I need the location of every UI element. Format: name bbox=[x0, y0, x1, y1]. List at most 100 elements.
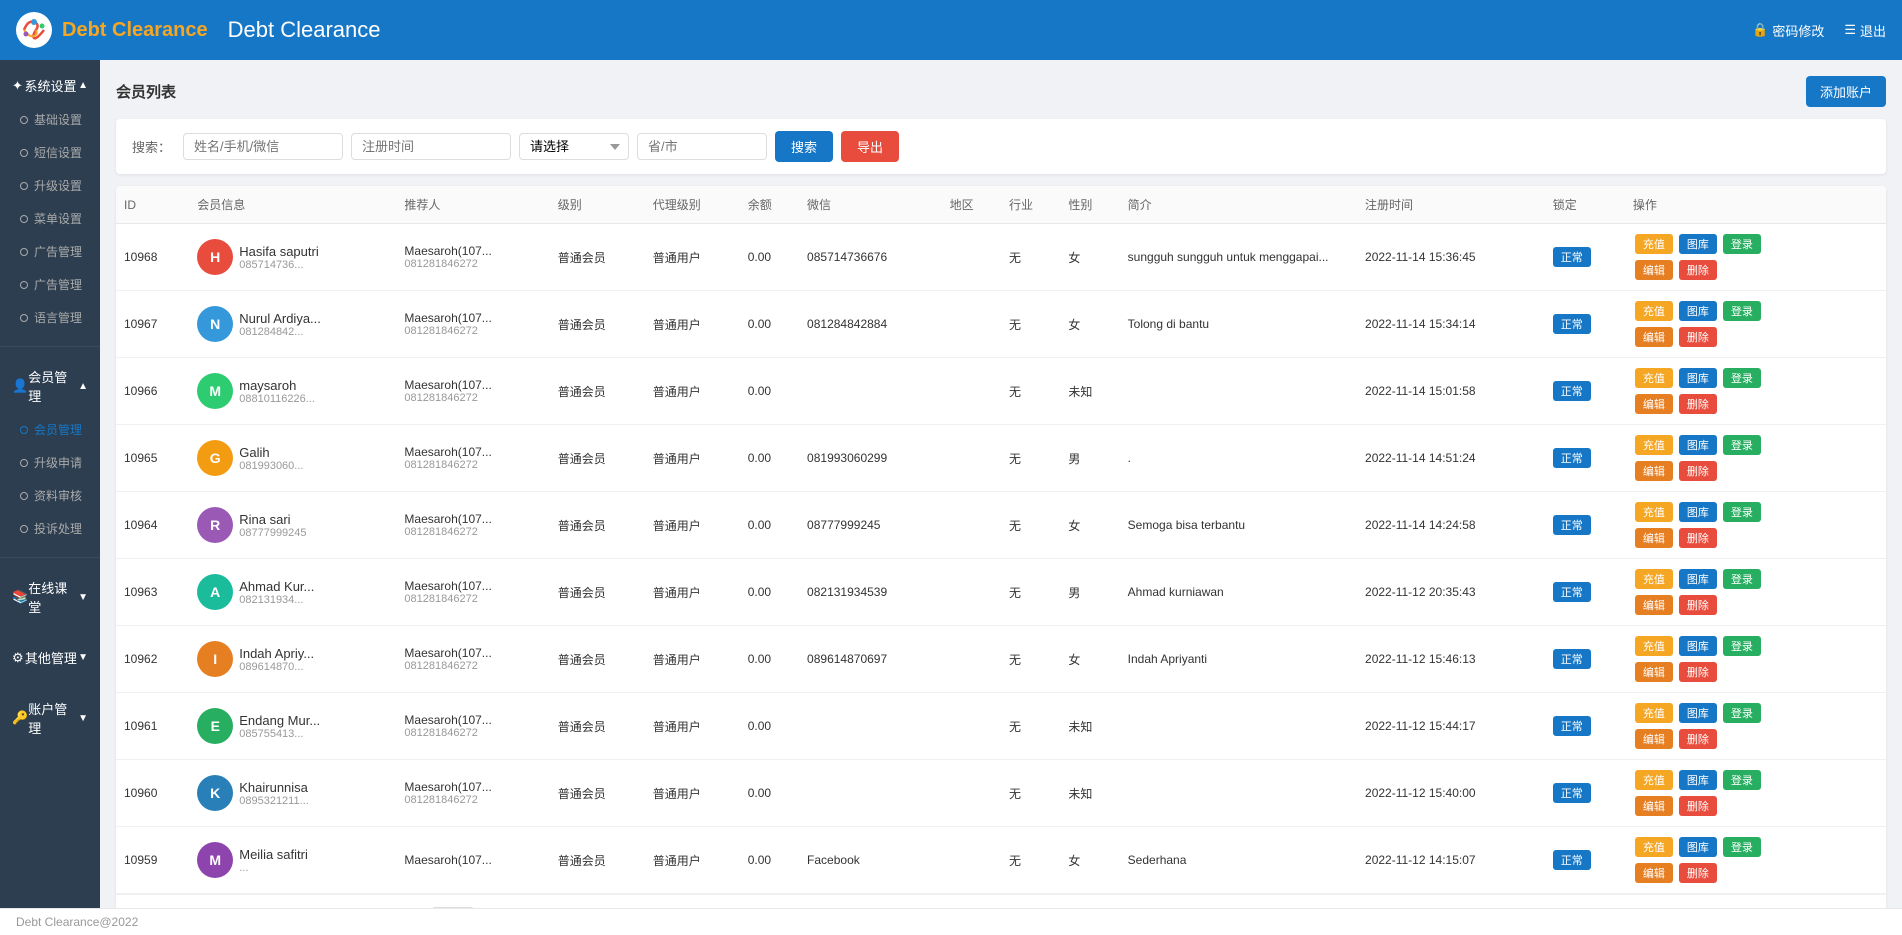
picture-button[interactable]: 图库 bbox=[1679, 770, 1717, 790]
recharge-button[interactable]: 充值 bbox=[1635, 301, 1673, 321]
picture-button[interactable]: 图库 bbox=[1679, 368, 1717, 388]
delete-button[interactable]: 删除 bbox=[1679, 260, 1717, 280]
sidebar-item-upgrade-apply[interactable]: 升级申请 bbox=[0, 446, 100, 479]
picture-button[interactable]: 图库 bbox=[1679, 435, 1717, 455]
edit-button[interactable]: 编辑 bbox=[1635, 662, 1673, 682]
delete-button[interactable]: 删除 bbox=[1679, 327, 1717, 347]
edit-button[interactable]: 编辑 bbox=[1635, 260, 1673, 280]
password-change-label[interactable]: 密码修改 bbox=[1772, 21, 1824, 40]
delete-button[interactable]: 删除 bbox=[1679, 461, 1717, 481]
cell-agent-level: 普通用户 bbox=[645, 693, 740, 760]
picture-button[interactable]: 图库 bbox=[1679, 636, 1717, 656]
recharge-button[interactable]: 充值 bbox=[1635, 837, 1673, 857]
delete-button[interactable]: 删除 bbox=[1679, 394, 1717, 414]
recharge-button[interactable]: 充值 bbox=[1635, 234, 1673, 254]
recharge-button[interactable]: 充值 bbox=[1635, 368, 1673, 388]
picture-button[interactable]: 图库 bbox=[1679, 301, 1717, 321]
picture-button[interactable]: 图库 bbox=[1679, 502, 1717, 522]
picture-button[interactable]: 图库 bbox=[1679, 234, 1717, 254]
login-button[interactable]: 登录 bbox=[1723, 502, 1761, 522]
layout: ✦ 系统设置 ▲ 基础设置 短信设置 升级设置 菜单设置 bbox=[0, 60, 1902, 908]
cell-id: 10960 bbox=[116, 760, 189, 827]
login-button[interactable]: 登录 bbox=[1723, 368, 1761, 388]
picture-button[interactable]: 图库 bbox=[1679, 569, 1717, 589]
action-buttons: 充值 图库 登录 编辑 删除 bbox=[1633, 500, 1793, 550]
city-input[interactable] bbox=[637, 133, 767, 160]
sidebar-group-other-management[interactable]: ⚙ 其他管理 ▼ bbox=[0, 640, 100, 675]
recommender-phone: 081281846272 bbox=[404, 794, 541, 806]
recharge-button[interactable]: 充值 bbox=[1635, 435, 1673, 455]
search-input[interactable] bbox=[183, 133, 343, 160]
sidebar-group-online-class[interactable]: 📚 在线课堂 ▼ bbox=[0, 570, 100, 624]
cell-balance: 0.00 bbox=[740, 559, 799, 626]
recharge-button[interactable]: 充值 bbox=[1635, 703, 1673, 723]
picture-button[interactable]: 图库 bbox=[1679, 703, 1717, 723]
recommender-phone: 081281846272 bbox=[404, 660, 541, 672]
recharge-button[interactable]: 充值 bbox=[1635, 502, 1673, 522]
cell-wechat: 085714736676 bbox=[799, 224, 942, 291]
edit-button[interactable]: 编辑 bbox=[1635, 394, 1673, 414]
sidebar-item-member-manage[interactable]: 会员管理 bbox=[0, 413, 100, 446]
login-button[interactable]: 登录 bbox=[1723, 301, 1761, 321]
login-button[interactable]: 登录 bbox=[1723, 234, 1761, 254]
login-button[interactable]: 登录 bbox=[1723, 569, 1761, 589]
edit-button[interactable]: 编辑 bbox=[1635, 327, 1673, 347]
sidebar-language-manage-label: 语言管理 bbox=[34, 309, 82, 326]
login-button[interactable]: 登录 bbox=[1723, 770, 1761, 790]
delete-button[interactable]: 删除 bbox=[1679, 796, 1717, 816]
sidebar-item-complaint-handle[interactable]: 投诉处理 bbox=[0, 512, 100, 545]
cell-member-info: E Endang Mur... 085755413... bbox=[189, 693, 396, 760]
login-button[interactable]: 登录 bbox=[1723, 636, 1761, 656]
sidebar-item-sms-settings[interactable]: 短信设置 bbox=[0, 136, 100, 169]
sidebar-group-account-management[interactable]: 🔑 账户管理 ▼ bbox=[0, 691, 100, 745]
edit-button[interactable]: 编辑 bbox=[1635, 595, 1673, 615]
sidebar-item-upgrade-settings[interactable]: 升级设置 bbox=[0, 169, 100, 202]
sidebar-item-ad-management[interactable]: 广告管理 bbox=[0, 235, 100, 268]
edit-button[interactable]: 编辑 bbox=[1635, 729, 1673, 749]
sidebar-item-basic-settings[interactable]: 基础设置 bbox=[0, 103, 100, 136]
add-account-button[interactable]: 添加账户 bbox=[1806, 76, 1886, 107]
edit-button[interactable]: 编辑 bbox=[1635, 461, 1673, 481]
sidebar-section-online: 📚 在线课堂 ▼ bbox=[0, 562, 100, 632]
export-button[interactable]: 导出 bbox=[841, 131, 899, 162]
cell-intro: Tolong di bantu bbox=[1120, 291, 1357, 358]
sidebar-item-menu-settings[interactable]: 菜单设置 bbox=[0, 202, 100, 235]
login-button[interactable]: 登录 bbox=[1723, 435, 1761, 455]
sidebar-item-language-manage[interactable]: 语言管理 bbox=[0, 301, 100, 334]
logout-label[interactable]: 退出 bbox=[1860, 21, 1886, 40]
cell-recommender: Maesaroh(107... bbox=[396, 827, 549, 894]
level-select[interactable]: 请选择 bbox=[519, 133, 629, 160]
sidebar-item-info-audit[interactable]: 资料审核 bbox=[0, 479, 100, 512]
edit-button[interactable]: 编辑 bbox=[1635, 863, 1673, 883]
picture-button[interactable]: 图库 bbox=[1679, 837, 1717, 857]
sidebar-divider2 bbox=[0, 557, 100, 558]
edit-button[interactable]: 编辑 bbox=[1635, 796, 1673, 816]
recharge-button[interactable]: 充值 bbox=[1635, 770, 1673, 790]
password-change-action[interactable]: 🔒 密码修改 bbox=[1752, 21, 1824, 40]
header: Debt Clearance Debt Clearance 🔒 密码修改 ☰ 退… bbox=[0, 0, 1902, 60]
table-row: 10959 M Meilia safitri ... Maesaroh(107.… bbox=[116, 827, 1886, 894]
delete-button[interactable]: 删除 bbox=[1679, 528, 1717, 548]
login-button[interactable]: 登录 bbox=[1723, 703, 1761, 723]
delete-button[interactable]: 删除 bbox=[1679, 662, 1717, 682]
col-intro: 简介 bbox=[1120, 186, 1357, 224]
sidebar-group-member-management[interactable]: 👤 会员管理 ▲ bbox=[0, 359, 100, 413]
delete-button[interactable]: 删除 bbox=[1679, 863, 1717, 883]
delete-button[interactable]: 删除 bbox=[1679, 729, 1717, 749]
member-name: Meilia safitri bbox=[239, 847, 308, 862]
login-button[interactable]: 登录 bbox=[1723, 837, 1761, 857]
date-input[interactable] bbox=[351, 133, 511, 160]
logout-action[interactable]: ☰ 退出 bbox=[1844, 21, 1886, 40]
sidebar-upgrade-apply-label: 升级申请 bbox=[34, 454, 82, 471]
delete-button[interactable]: 删除 bbox=[1679, 595, 1717, 615]
recommender-info: Maesaroh(107... 081281846272 bbox=[404, 445, 541, 471]
recharge-button[interactable]: 充值 bbox=[1635, 636, 1673, 656]
cell-recommender: Maesaroh(107... 081281846272 bbox=[396, 291, 549, 358]
member-phone: 08810116226... bbox=[239, 393, 315, 405]
recharge-button[interactable]: 充值 bbox=[1635, 569, 1673, 589]
edit-button[interactable]: 编辑 bbox=[1635, 528, 1673, 548]
sidebar-item-ad-manage[interactable]: 广告管理 bbox=[0, 268, 100, 301]
sidebar-group-system-settings[interactable]: ✦ 系统设置 ▲ bbox=[0, 68, 100, 103]
search-button[interactable]: 搜索 bbox=[775, 131, 833, 162]
page-header: 会员列表 添加账户 bbox=[116, 76, 1886, 107]
